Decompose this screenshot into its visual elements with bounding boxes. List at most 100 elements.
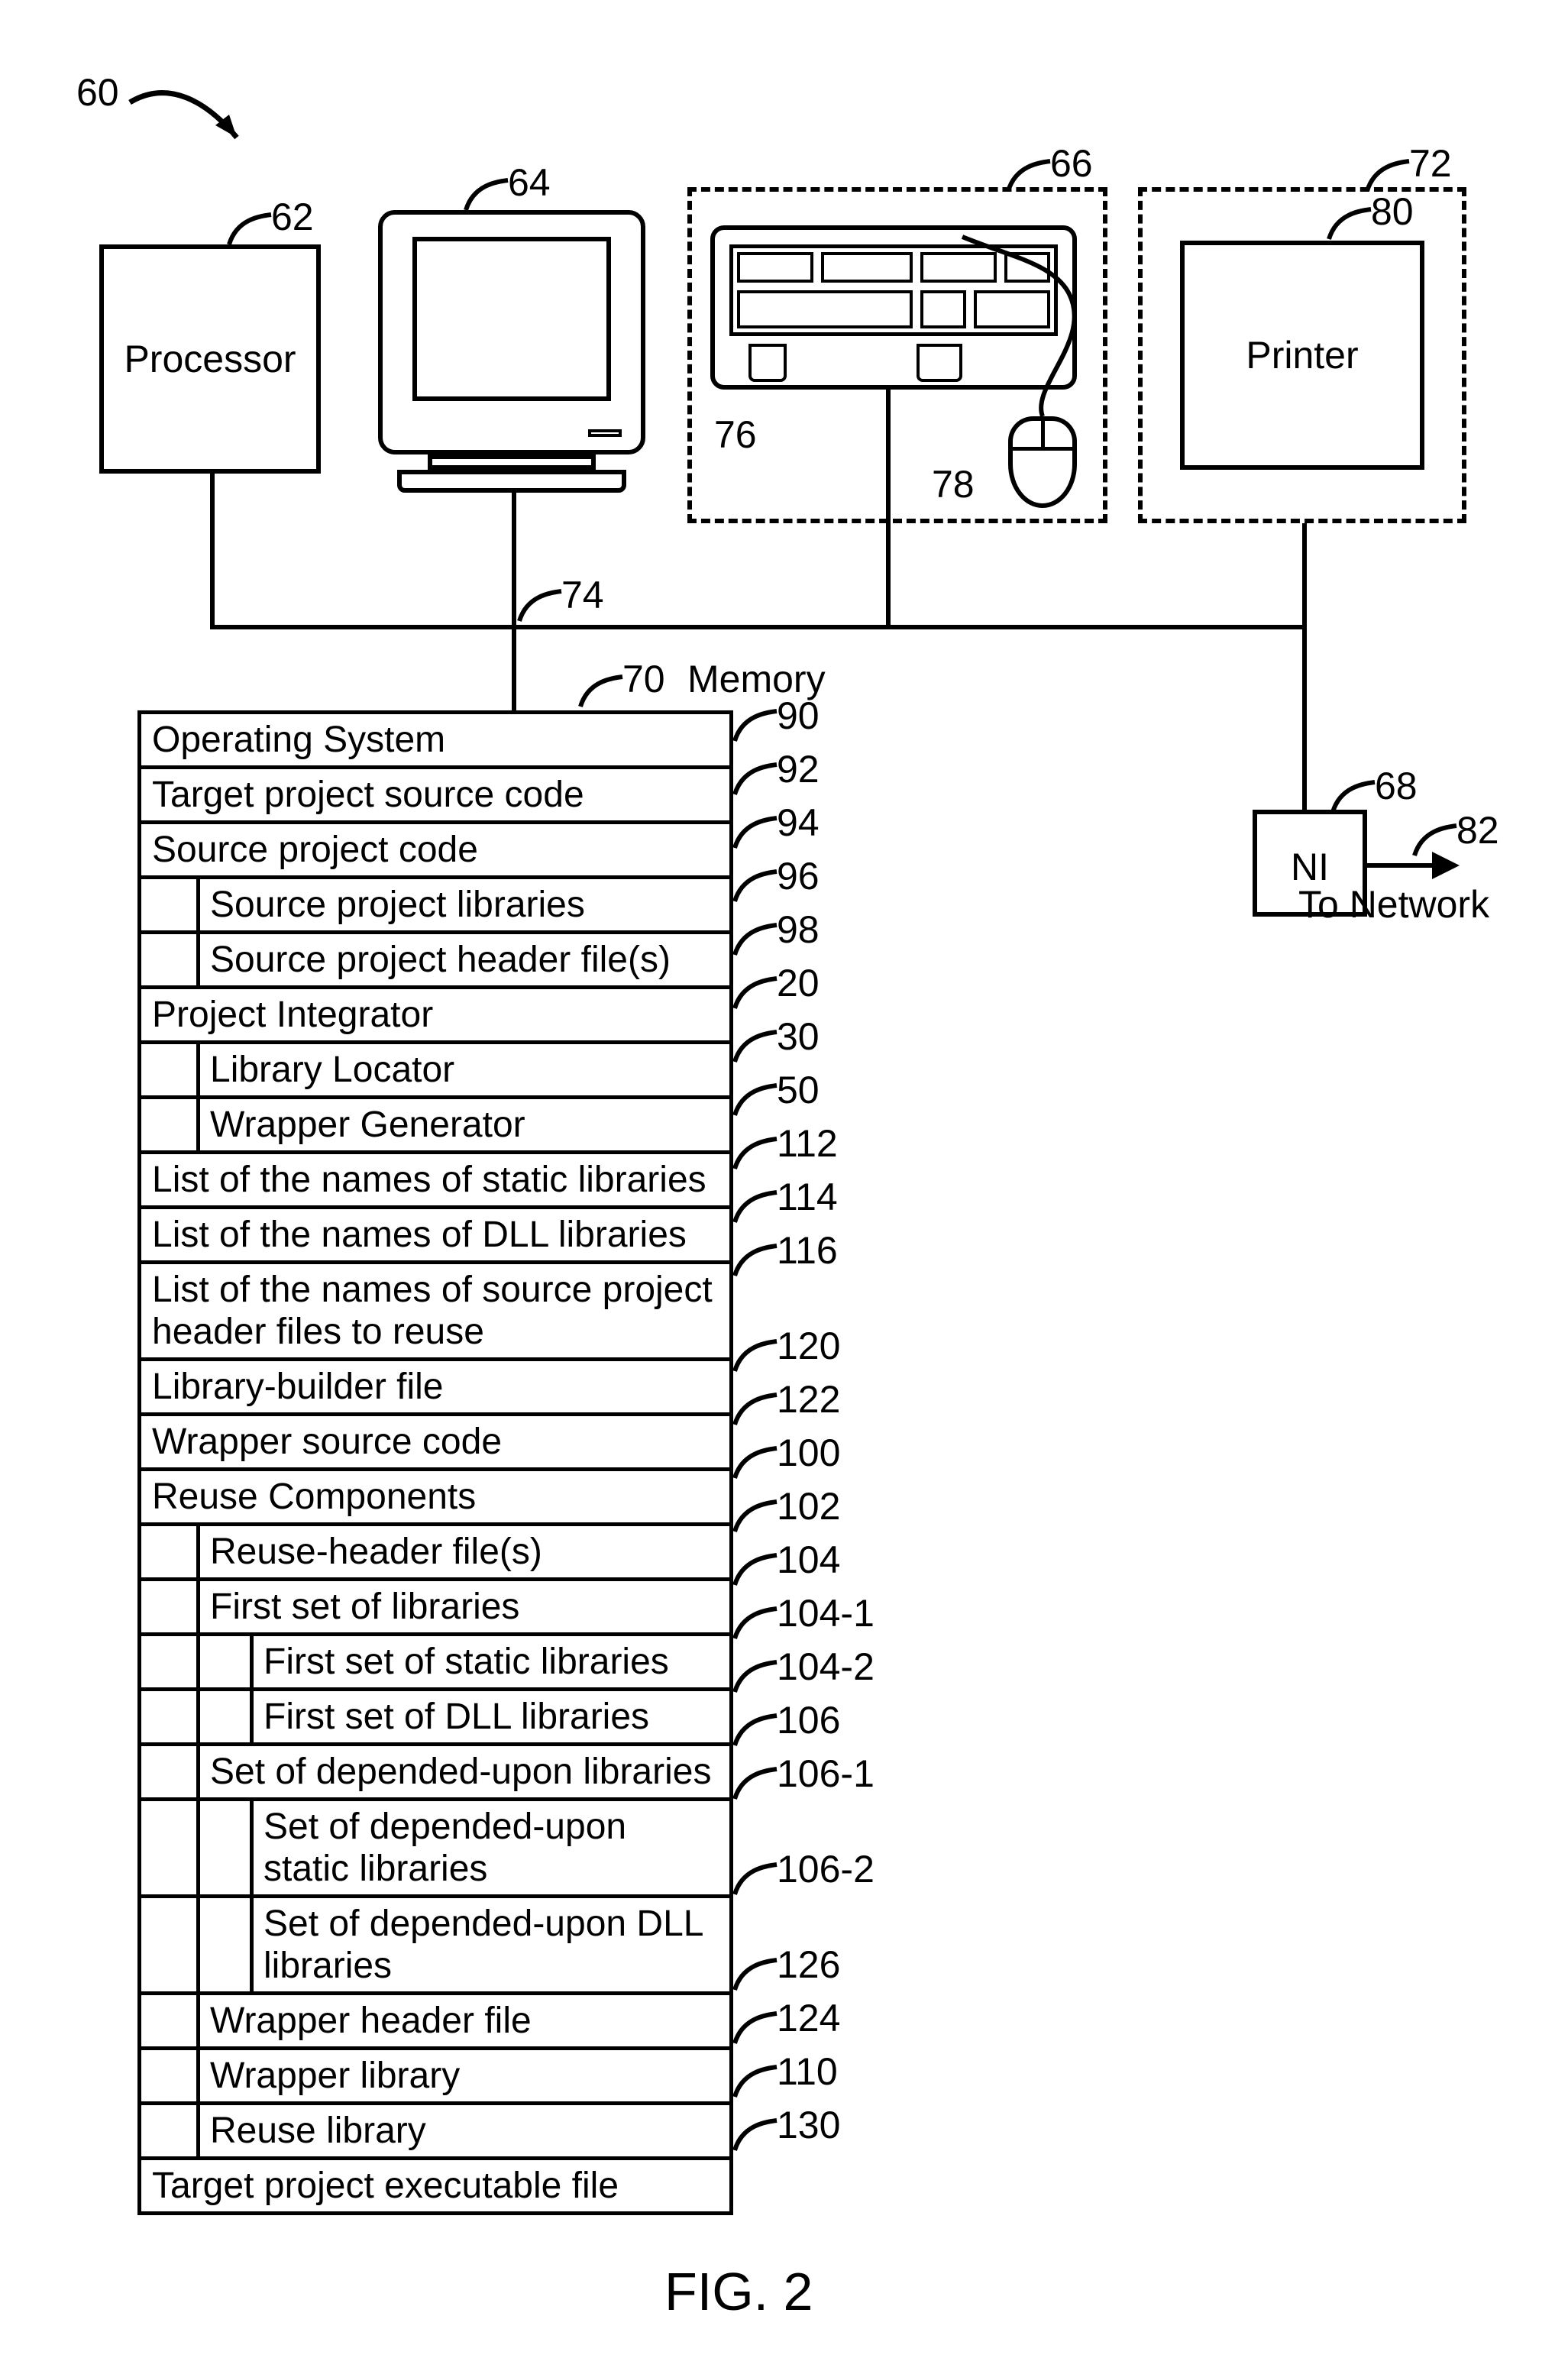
mouse-cord <box>939 233 1092 424</box>
hook-104 <box>735 1551 781 1581</box>
row-src-hdr: Source project header file(s) <box>141 934 729 989</box>
row-wrap-lib: Wrapper library <box>141 2050 729 2105</box>
hook-106-1 <box>735 1765 781 1795</box>
hook-124 <box>735 2009 781 2039</box>
printer-label: Printer <box>1185 333 1420 377</box>
hook-74 <box>519 587 565 617</box>
figure-caption: FIG. 2 <box>664 2261 813 2322</box>
ref-104: 104 <box>777 1538 840 1582</box>
monitor-foot <box>397 470 626 493</box>
ref-96: 96 <box>777 854 820 898</box>
hook-92 <box>735 760 781 791</box>
hook-98 <box>735 920 781 951</box>
ref-106: 106 <box>777 1698 840 1742</box>
ref-66: 66 <box>1050 141 1093 186</box>
hook-90 <box>735 707 781 737</box>
hook-94 <box>735 814 781 844</box>
hook-62 <box>229 210 275 241</box>
key-cluster <box>821 252 913 283</box>
drop-memory <box>512 625 516 710</box>
row-src-libs: Source project libraries <box>141 879 729 934</box>
ref-90: 90 <box>777 694 820 738</box>
printer-box: Printer <box>1180 241 1424 470</box>
hook-30 <box>735 1027 781 1058</box>
hook-64 <box>466 176 512 206</box>
row-wrapsrc: Wrapper source code <box>141 1416 729 1471</box>
monitor-button <box>588 429 622 437</box>
key-cluster <box>737 290 913 328</box>
ref-104-1: 104-1 <box>777 1591 875 1635</box>
row-os: Operating System <box>141 714 729 769</box>
hook-104-1 <box>735 1604 781 1635</box>
hook-116 <box>735 1241 781 1272</box>
hook-106 <box>735 1711 781 1742</box>
indent-line2 <box>250 1801 254 1995</box>
hook-130 <box>735 2116 781 2146</box>
mouse-split <box>1041 421 1045 448</box>
row-libbld: Library-builder file <box>141 1361 729 1416</box>
bus <box>210 625 1302 629</box>
hook-100 <box>735 1444 781 1474</box>
drop-input <box>886 523 891 626</box>
monitor-screen <box>412 237 611 401</box>
hook-104-2 <box>735 1658 781 1688</box>
kb-cable <box>886 390 891 523</box>
hook-70 <box>580 672 626 703</box>
processor-label: Processor <box>104 337 316 381</box>
ref-106-1: 106-1 <box>777 1752 875 1796</box>
indent-line2 <box>250 1636 254 1746</box>
ref-98: 98 <box>777 907 820 952</box>
row-pint: Project Integrator <box>141 989 729 1044</box>
hook-72 <box>1367 157 1413 187</box>
ref-68: 68 <box>1375 764 1418 808</box>
processor-box: Processor <box>99 244 321 474</box>
ref-20: 20 <box>777 961 820 1005</box>
row-libloc: Library Locator <box>141 1044 729 1099</box>
hook-106-2 <box>735 1860 781 1891</box>
row-reuse: Reuse Components <box>141 1471 729 1526</box>
hook-80 <box>1329 205 1375 235</box>
ref-70: 70 <box>622 657 665 701</box>
hook-50 <box>735 1081 781 1111</box>
ref-120: 120 <box>777 1324 840 1368</box>
drop-monitor <box>512 493 516 626</box>
ref-60: 60 <box>76 70 119 115</box>
hook-82 <box>1414 821 1460 852</box>
ref-30: 30 <box>777 1014 820 1059</box>
row-first-static: First set of static libraries <box>141 1636 729 1691</box>
ref-122: 122 <box>777 1377 840 1422</box>
drop-output <box>1302 523 1307 626</box>
ref-116: 116 <box>777 1228 838 1273</box>
ref-94: 94 <box>777 801 820 845</box>
arrow-60 <box>130 84 252 160</box>
row-dep-set: Set of depended-upon libraries <box>141 1746 729 1801</box>
hook-120 <box>735 1337 781 1367</box>
hook-66 <box>1008 157 1054 187</box>
ref-104-2: 104-2 <box>777 1645 875 1689</box>
ref-92: 92 <box>777 747 820 791</box>
row-list-static: List of the names of static libraries <box>141 1154 729 1209</box>
ref-74: 74 <box>561 573 604 617</box>
row-tgt-src: Target project source code <box>141 769 729 824</box>
ref-112: 112 <box>777 1121 838 1166</box>
ref-82: 82 <box>1456 808 1499 852</box>
ref-80: 80 <box>1371 189 1414 234</box>
row-src-code: Source project code <box>141 824 729 879</box>
drop-processor <box>210 474 215 626</box>
ref-102: 102 <box>777 1484 840 1528</box>
key-cluster <box>737 252 813 283</box>
ref-72: 72 <box>1409 141 1452 186</box>
hook-126 <box>735 1955 781 1986</box>
ref-126: 126 <box>777 1942 840 1987</box>
row-reuse-hdr: Reuse-header file(s) <box>141 1526 729 1581</box>
row-list-dll: List of the names of DLL libraries <box>141 1209 729 1264</box>
ref-50: 50 <box>777 1068 820 1112</box>
hook-110 <box>735 2062 781 2093</box>
row-wrapgen: Wrapper Generator <box>141 1099 729 1154</box>
key-notch <box>748 344 787 382</box>
hook-112 <box>735 1134 781 1165</box>
monitor-neck <box>428 454 596 470</box>
ni-out <box>1367 863 1436 868</box>
ref-110: 110 <box>777 2049 838 2094</box>
hook-68 <box>1333 778 1379 808</box>
